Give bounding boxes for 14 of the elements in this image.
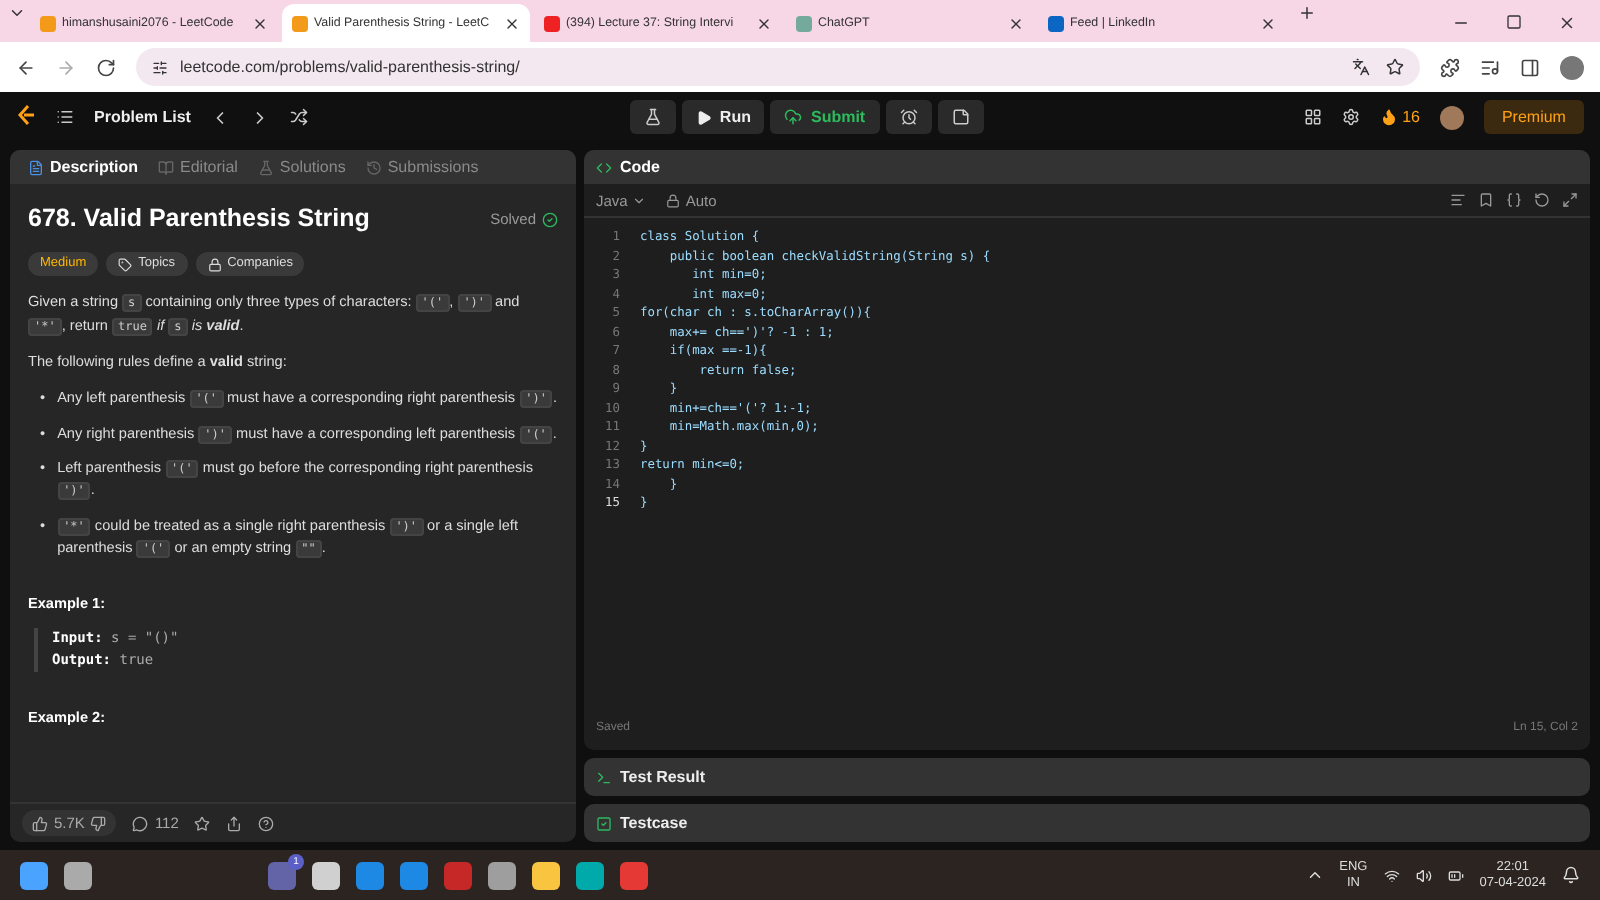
panel-tab[interactable]: Solutions [251, 158, 352, 176]
run-button[interactable]: Run [681, 100, 765, 134]
panel-header[interactable]: Test Result [584, 758, 1590, 796]
problem-title: 678. Valid Parenthesis String [28, 202, 370, 236]
panel-title: Code [620, 158, 660, 176]
address-bar[interactable]: leetcode.com/problems/valid-parenthesis-string/ [136, 48, 1420, 86]
panel-tab[interactable]: Editorial [152, 158, 244, 176]
panel-tab[interactable]: Submissions [359, 158, 485, 176]
submit-button[interactable]: Submit [770, 100, 880, 134]
panel-tab[interactable]: Description [22, 158, 145, 176]
problem-list-link[interactable]: Problem List [94, 108, 191, 126]
streak-counter[interactable]: 16 [1380, 108, 1420, 126]
premium-button[interactable]: Premium [1483, 100, 1584, 134]
panel-header[interactable]: Testcase [584, 804, 1590, 842]
